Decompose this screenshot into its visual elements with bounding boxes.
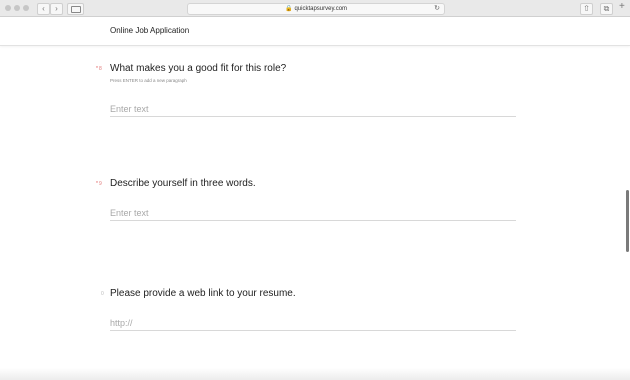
answer-input[interactable]	[110, 102, 516, 117]
address-bar[interactable]: 🔒 quicktapsurvey.com ↻	[187, 3, 445, 15]
share-icon: ⇧	[583, 4, 590, 13]
answer-input[interactable]	[110, 206, 516, 221]
zoom-window-button[interactable]	[23, 5, 29, 11]
url-text: quicktapsurvey.com	[294, 6, 348, 12]
share-button[interactable]: ⇧	[580, 3, 593, 15]
required-marker: *	[96, 66, 98, 72]
url-input[interactable]	[110, 316, 516, 331]
show-tabs-button[interactable]: ⧉	[600, 3, 613, 15]
question-number: *8	[96, 66, 102, 72]
question-label: Describe yourself in three words.	[110, 178, 256, 189]
lock-icon: 🔒	[284, 6, 293, 12]
required-marker: *	[96, 181, 98, 187]
question-number: 0	[101, 291, 104, 297]
minimize-window-button[interactable]	[14, 5, 20, 11]
browser-toolbar: ‹ › 🔒 quicktapsurvey.com ↻ ⇧ ⧉ +	[0, 0, 630, 17]
sidebar-toggle-button[interactable]	[67, 3, 84, 15]
app-header: Online Job Application	[0, 17, 630, 46]
sidebar-icon	[71, 6, 81, 13]
chevron-left-icon: ‹	[42, 4, 45, 13]
bottom-divider	[0, 368, 630, 380]
tabs-icon: ⧉	[603, 4, 610, 13]
scrollbar[interactable]	[626, 190, 629, 252]
reload-icon[interactable]: ↻	[434, 4, 440, 14]
question-label: Please provide a web link to your resume…	[110, 288, 296, 299]
page-title: Online Job Application	[110, 26, 190, 35]
forward-button[interactable]: ›	[50, 3, 63, 15]
question-hint: Press ENTER to add a new paragraph	[110, 78, 187, 83]
close-window-button[interactable]	[5, 5, 11, 11]
chevron-right-icon: ›	[55, 4, 58, 13]
back-button[interactable]: ‹	[37, 3, 50, 15]
question-number: *9	[96, 181, 102, 187]
new-tab-button[interactable]: +	[619, 2, 625, 12]
question-label: What makes you a good fit for this role?	[110, 63, 287, 74]
